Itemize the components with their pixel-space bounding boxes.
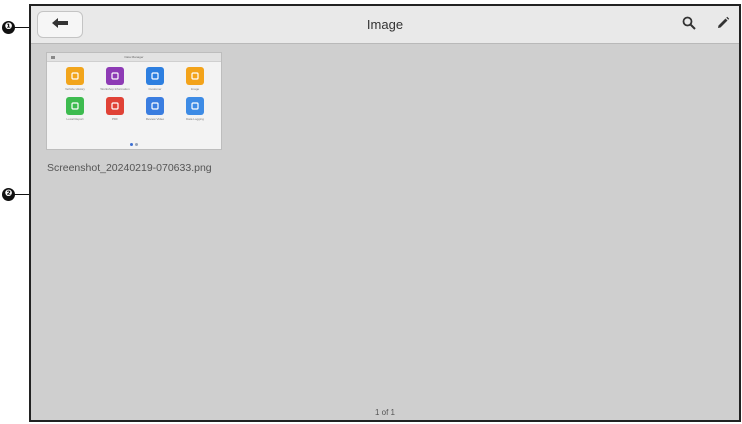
- vehicle-history-icon: [66, 67, 84, 85]
- search-icon: [682, 16, 696, 35]
- pencil-icon: [716, 16, 730, 35]
- thumbnail-app-label: Local Report: [66, 117, 84, 121]
- page-dot: [135, 143, 138, 146]
- callout-line-2: [14, 194, 30, 195]
- callout-line-1: [14, 27, 30, 28]
- thumbnail-app-label: Review Video: [145, 117, 165, 121]
- data-logging-icon: [186, 97, 204, 115]
- video-icon: [146, 97, 164, 115]
- thumbnail-app-tile: Customer: [135, 67, 175, 91]
- device-screen: Image Data Manager Vehicle History Works…: [29, 4, 741, 422]
- image-thumbnail[interactable]: Data Manager Vehicle History Workshop Inf…: [46, 52, 222, 150]
- thumbnail-header: Data Manager: [47, 53, 221, 62]
- page-indicator: 1 of 1: [374, 408, 395, 417]
- edit-button[interactable]: [713, 15, 733, 35]
- back-button[interactable]: [37, 11, 83, 38]
- thumbnail-app-label: PDF: [112, 117, 118, 121]
- report-icon: [66, 97, 84, 115]
- thumbnail-app-tile: Vehicle History: [55, 67, 95, 91]
- thumbnail-app-grid: Vehicle History Workshop Information Custo…: [55, 67, 215, 121]
- customer-icon: [146, 67, 164, 85]
- thumbnail-app-tile: Local Report: [55, 97, 95, 121]
- page-dot: [130, 143, 133, 146]
- thumbnail-app-label: Image: [190, 87, 200, 91]
- thumbnail-app-tile: Review Video: [135, 97, 175, 121]
- thumbnail-app-tile: Data Logging: [175, 97, 215, 121]
- thumbnail-app-tile: PDF: [95, 97, 135, 121]
- image-filename[interactable]: Screenshot_20240219-070633.png: [47, 162, 212, 174]
- page: ❶ ❷ Image Data Manager Vehicle History W…: [0, 0, 742, 424]
- arrow-left-icon: [51, 16, 69, 34]
- image-gallery: Data Manager Vehicle History Workshop Inf…: [31, 46, 739, 420]
- pdf-icon: [106, 97, 124, 115]
- thumbnail-page-dots: [47, 143, 221, 146]
- page-title: Image: [366, 17, 404, 32]
- workshop-icon: [106, 67, 124, 85]
- image-icon: [186, 67, 204, 85]
- thumbnail-title: Data Manager: [124, 55, 144, 59]
- thumbnail-app-tile: Image: [175, 67, 215, 91]
- search-button[interactable]: [679, 15, 699, 35]
- top-toolbar: Image: [31, 6, 739, 44]
- thumbnail-app-label: Vehicle History: [65, 87, 85, 91]
- thumbnail-app-label: Data Logging: [186, 117, 204, 121]
- thumbnail-app-tile: Workshop Information: [95, 67, 135, 91]
- thumbnail-app-label: Customer: [148, 87, 162, 91]
- thumbnail-app-label: Workshop Information: [100, 87, 130, 91]
